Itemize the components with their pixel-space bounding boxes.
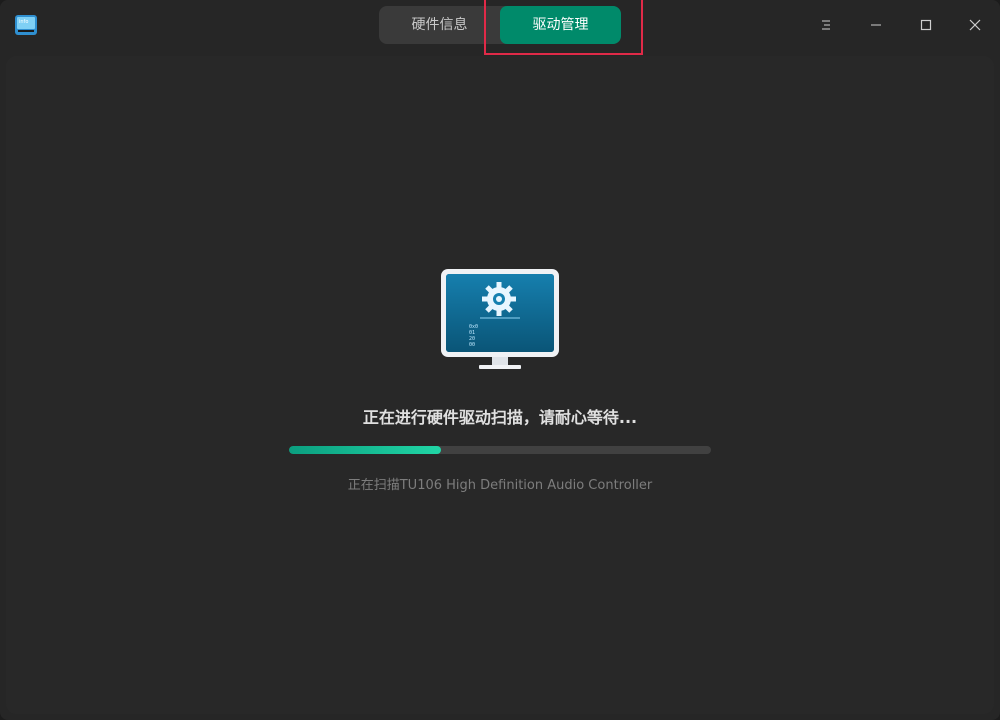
view-tab-switcher: 硬件信息 驱动管理	[379, 6, 621, 44]
scan-status-title: 正在进行硬件驱动扫描，请耐心等待...	[362, 408, 638, 427]
main-content-area	[6, 56, 994, 714]
menu-icon[interactable]	[811, 10, 841, 40]
code-line: 00	[469, 342, 475, 348]
maximize-icon[interactable]	[911, 10, 941, 40]
title-bar: info 硬件信息 驱动管理	[0, 0, 1000, 55]
scan-progress-fill	[289, 446, 441, 454]
monitor-gear-icon: 0x0 01 20 00	[440, 268, 560, 370]
svg-text:info: info	[19, 19, 28, 25]
scan-current-device: 正在扫描TU106 High Definition Audio Controll…	[347, 478, 653, 493]
tab-hardware-info[interactable]: 硬件信息	[379, 6, 500, 44]
device-manager-icon: info	[14, 14, 38, 38]
scan-progress-bar	[289, 446, 711, 454]
tab-driver-management[interactable]: 驱动管理	[500, 6, 621, 44]
minimize-icon[interactable]	[861, 10, 891, 40]
close-icon[interactable]	[960, 10, 990, 40]
app-window: info 硬件信息 驱动管理 0x0 01 20 00 正在进行硬件驱动扫描，请…	[0, 0, 1000, 720]
